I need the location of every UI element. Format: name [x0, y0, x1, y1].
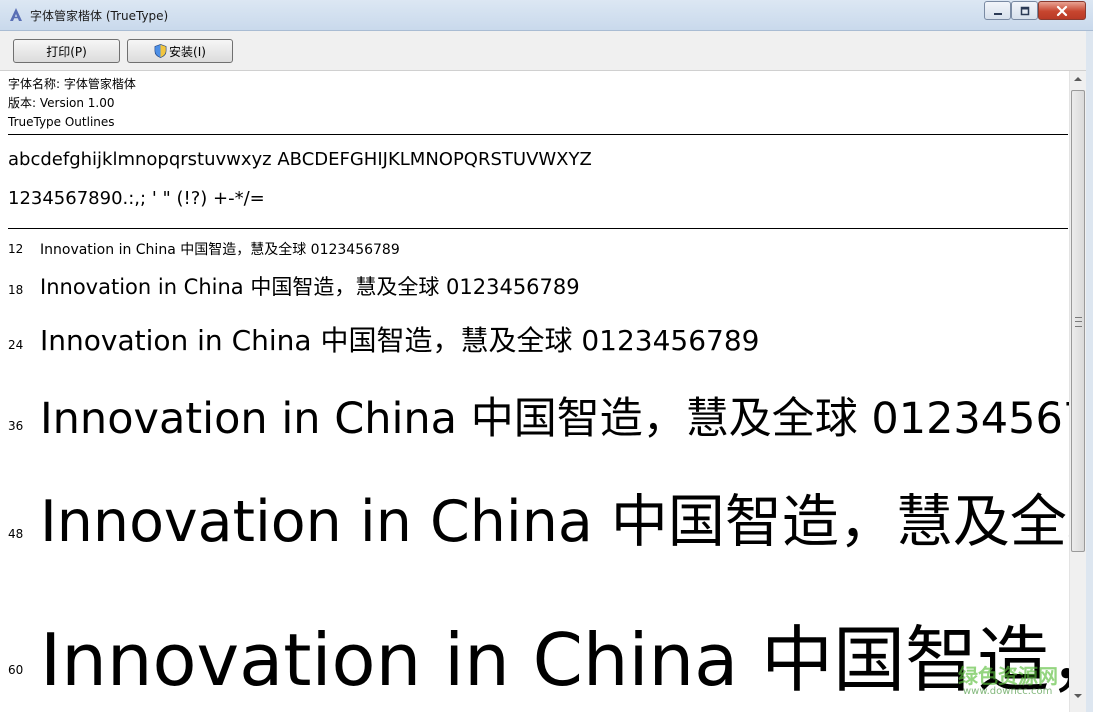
sample-row-36: 36 Innovation in China 中国智造，慧及全球 0123456…: [0, 384, 1069, 444]
maximize-icon: [1020, 6, 1029, 15]
close-button[interactable]: [1038, 1, 1086, 20]
sample-text: Innovation in China 中国智造，慧及全球 0123456789: [40, 242, 400, 258]
charset-digits-symbols: 1234567890.:,; ' " (!?) +-*/=: [8, 188, 265, 209]
font-name-line: 字体名称: 字体管家楷体: [8, 77, 136, 91]
title-bar[interactable]: 字体管家楷体 (TrueType): [0, 0, 1093, 31]
divider-info: [8, 134, 1068, 135]
sample-size-label: 12: [8, 242, 24, 256]
close-icon: [1056, 5, 1068, 16]
scroll-down-button[interactable]: [1070, 688, 1086, 705]
sample-text: Innovation in China 中国智造，慧及全球 0123456789: [40, 275, 580, 299]
minimize-button[interactable]: [984, 1, 1011, 20]
window-title: 字体管家楷体 (TrueType): [30, 9, 169, 23]
minimize-icon: [993, 12, 1002, 15]
install-button[interactable]: 安装(I): [127, 39, 233, 63]
font-viewer-window: 字体管家楷体 (TrueType) 打印(P) 安装(I) 字体名称: 字体管家…: [0, 0, 1093, 712]
font-outline-line: TrueType Outlines: [8, 115, 115, 129]
app-icon: [10, 8, 22, 21]
toolbar: 打印(P) 安装(I): [0, 31, 1093, 71]
sample-size-label: 60: [8, 663, 24, 677]
sample-row-12: 12 Innovation in China 中国智造，慧及全球 0123456…: [0, 239, 1069, 261]
sample-size-label: 36: [8, 419, 24, 433]
font-info: 字体名称: 字体管家楷体 版本: Version 1.00 TrueType O…: [8, 75, 136, 132]
sample-text: Innovation in China 中国智造，慧及全球 0123456789: [40, 618, 1069, 702]
charset-letters: abcdefghijklmnopqrstuvwxyz ABCDEFGHIJKLM…: [8, 149, 592, 170]
uac-shield-icon: [154, 44, 167, 58]
print-button[interactable]: 打印(P): [13, 39, 120, 63]
sample-size-label: 48: [8, 527, 24, 541]
sample-text: Innovation in China 中国智造，慧及全球 0123456789: [40, 489, 1069, 555]
maximize-button[interactable]: [1011, 1, 1038, 20]
window-frame-right: [1086, 31, 1093, 712]
sample-text: Innovation in China 中国智造，慧及全球 0123456789: [40, 394, 1069, 444]
sample-row-60: 60 Innovation in China 中国智造，慧及全球 0123456…: [0, 601, 1069, 702]
divider-charset: [8, 228, 1068, 229]
scrollbar-grip-icon: [1075, 317, 1082, 327]
scroll-up-button[interactable]: [1070, 71, 1086, 88]
sample-row-18: 18 Innovation in China 中国智造，慧及全球 0123456…: [0, 271, 1069, 305]
install-button-label: 安装(I): [169, 44, 206, 59]
chevron-up-icon: [1074, 77, 1082, 81]
sample-size-label: 18: [8, 283, 24, 297]
font-version-line: 版本: Version 1.00: [8, 96, 115, 110]
sample-row-48: 48 Innovation in China 中国智造，慧及全球 0123456…: [0, 476, 1069, 556]
scrollbar-thumb[interactable]: [1071, 90, 1085, 552]
sample-text: Innovation in China 中国智造，慧及全球 0123456789: [40, 324, 760, 357]
sample-row-24: 24 Innovation in China 中国智造，慧及全球 0123456…: [0, 319, 1069, 361]
chevron-down-icon: [1074, 694, 1082, 698]
sample-size-label: 24: [8, 338, 24, 352]
vertical-scrollbar[interactable]: [1069, 71, 1086, 712]
font-preview-area: 字体名称: 字体管家楷体 版本: Version 1.00 TrueType O…: [0, 71, 1069, 712]
